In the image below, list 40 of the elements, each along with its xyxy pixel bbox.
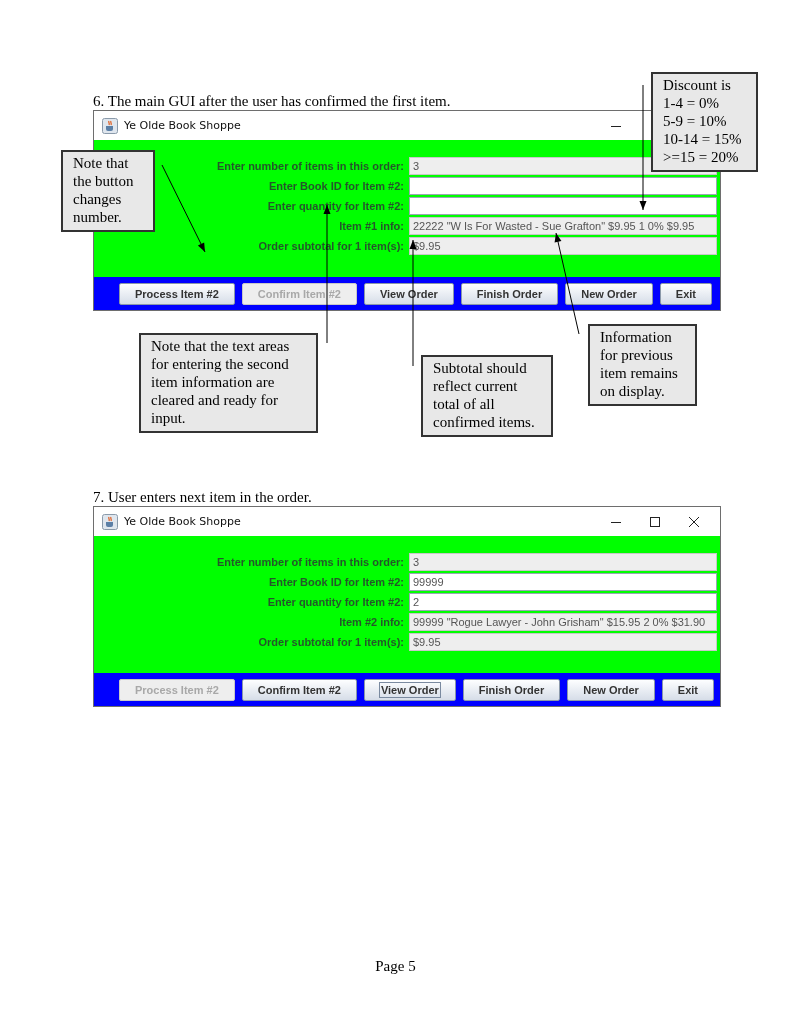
field-label: Item #2 info: — [339, 615, 404, 630]
text-field[interactable]: 99999 "Rogue Lawyer - John Grisham" $15.95 2 0% $31.90 — [409, 613, 717, 631]
action-button[interactable]: Process Item #2 — [119, 282, 235, 305]
text-field[interactable]: 2 — [409, 593, 717, 611]
callout-tooltip: Information for previous item remains on display. — [588, 324, 697, 406]
action-button[interactable]: New Order — [565, 282, 653, 305]
text-field[interactable]: 22222 "W Is For Wasted - Sue Grafton" $9.95 1 0% $9.95 — [409, 217, 717, 235]
field-label: Enter quantity for Item #2: — [267, 595, 404, 610]
field-label: Enter quantity for Item #2: — [267, 199, 404, 214]
action-button[interactable]: Finish Order — [462, 678, 561, 701]
step-caption: 6. The main GUI after the user has confirmed the first item. — [93, 93, 451, 110]
action-button[interactable]: New Order — [567, 678, 655, 701]
field-label: Enter Book ID for Item #2: — [268, 179, 404, 194]
text-field[interactable]: 3 — [409, 553, 717, 571]
callout-tooltip: Note that the text areas for entering the second item information are cleared and ready for input. — [139, 333, 318, 433]
action-button[interactable]: Exit — [659, 282, 713, 305]
action-button[interactable]: Confirm Item #2 — [241, 678, 357, 701]
action-button[interactable]: Exit — [661, 678, 715, 701]
coffee-cup-icon — [102, 117, 118, 134]
text-field[interactable]: 99999 — [409, 573, 717, 591]
field-label: Enter number of items in this order: — [216, 555, 404, 570]
action-button[interactable]: Finish Order — [460, 282, 559, 305]
action-button[interactable]: View Order — [363, 678, 456, 701]
window-title: Ye Olde Book Shoppe — [124, 515, 241, 528]
text-field[interactable] — [409, 177, 717, 195]
callout-tooltip: Note that the button changes number. — [61, 150, 155, 232]
window-title: Ye Olde Book Shoppe — [124, 119, 241, 132]
field-label: Enter number of items in this order: — [216, 159, 404, 174]
page-number: Page 5 — [374, 958, 417, 975]
callout-tooltip: Discount is 1-4 = 0% 5-9 = 10% 10-14 = 15% >=15 = 20% — [651, 72, 758, 172]
coffee-cup-icon — [102, 513, 118, 530]
callout-tooltip: Subtotal should reflect current total of all confirmed items. — [421, 355, 553, 437]
close-icon[interactable] — [688, 515, 700, 528]
step-caption: 7. User enters next item in the order. — [93, 489, 312, 506]
maximize-icon[interactable] — [649, 515, 661, 528]
text-field[interactable]: $9.95 — [409, 633, 717, 651]
field-label: Item #1 info: — [339, 219, 404, 234]
field-label: Enter Book ID for Item #2: — [268, 575, 404, 590]
text-field[interactable] — [409, 197, 717, 215]
field-label: Order subtotal for 1 item(s): — [258, 635, 404, 650]
